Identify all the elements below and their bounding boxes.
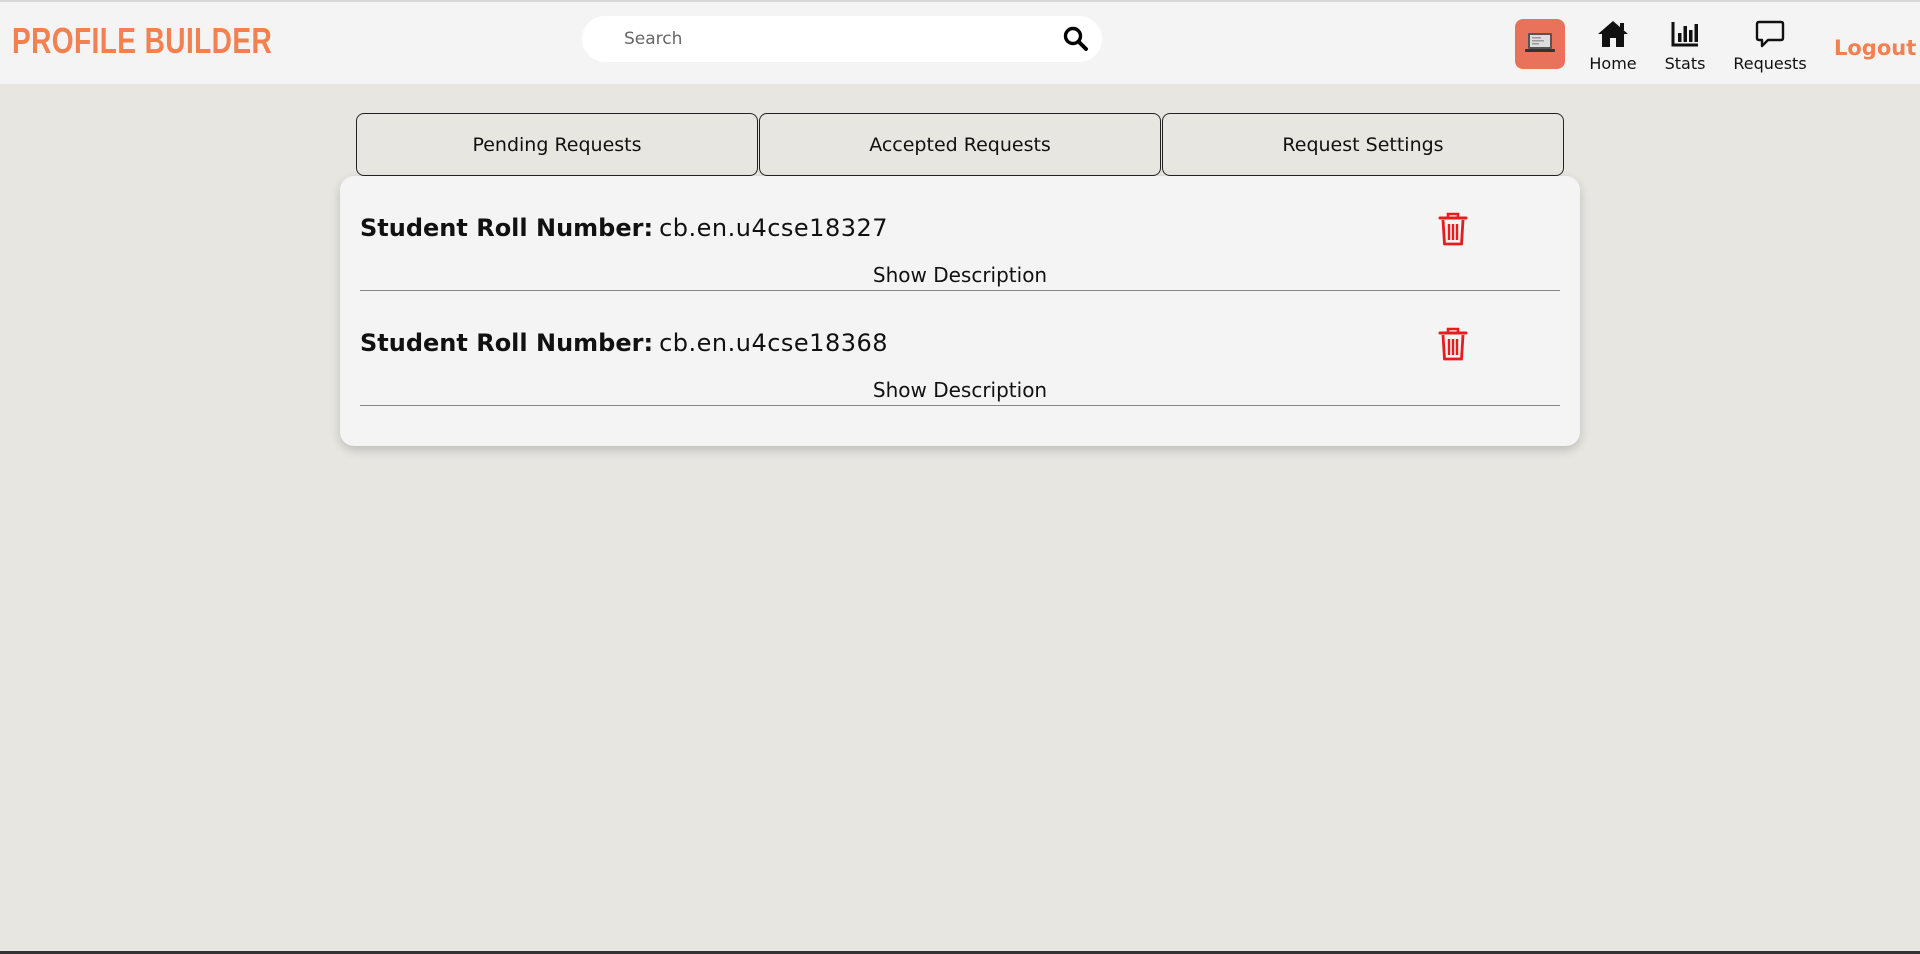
roll-number-label: Student Roll Number: [360, 214, 654, 242]
top-navbar: PROFILE BUILDER Home [0, 0, 1920, 84]
tab-accepted-requests[interactable]: Accepted Requests [759, 113, 1161, 176]
search-bar [582, 16, 1102, 62]
nav-stats[interactable]: Stats [1660, 18, 1710, 73]
roll-number: Student Roll Number: cb.en.u4cse18327 [360, 214, 888, 242]
roll-number: Student Roll Number: cb.en.u4cse18368 [360, 329, 888, 357]
requests-panel: Student Roll Number: cb.en.u4cse18327 Sho… [340, 176, 1580, 446]
roll-number-value: cb.en.u4cse18327 [659, 214, 889, 242]
trash-icon[interactable] [1438, 212, 1468, 246]
tab-request-settings[interactable]: Request Settings [1162, 113, 1564, 176]
nav-requests-label: Requests [1733, 54, 1807, 73]
show-description-button[interactable]: Show Description [873, 263, 1047, 287]
request-tabs: Pending Requests Accepted Requests Reque… [356, 113, 1564, 176]
description-row: Show Description [360, 378, 1560, 402]
roll-number-value: cb.en.u4cse18368 [659, 329, 889, 357]
nav-stats-label: Stats [1664, 54, 1706, 73]
list-item: Student Roll Number: cb.en.u4cse18327 Sho… [360, 176, 1560, 291]
laptop-icon [1525, 33, 1555, 52]
nav-home-label: Home [1589, 54, 1637, 73]
roll-number-label: Student Roll Number: [360, 329, 654, 357]
show-description-button[interactable]: Show Description [873, 378, 1047, 402]
logout-link[interactable]: Logout [1834, 36, 1916, 60]
stats-icon [1671, 22, 1698, 47]
search-input[interactable] [624, 24, 1024, 54]
home-icon [1598, 21, 1628, 47]
search-icon[interactable] [1062, 25, 1090, 53]
trash-icon[interactable] [1438, 327, 1468, 361]
list-item: Student Roll Number: cb.en.u4cse18368 Sho… [360, 291, 1560, 406]
description-row: Show Description [360, 263, 1560, 287]
nav-home[interactable]: Home [1586, 18, 1640, 73]
chat-icon [1755, 20, 1785, 48]
nav-requests[interactable]: Requests [1728, 18, 1812, 73]
tab-pending-requests[interactable]: Pending Requests [356, 113, 758, 176]
app-logo[interactable]: PROFILE BUILDER [12, 20, 272, 62]
avatar[interactable] [1515, 19, 1565, 69]
